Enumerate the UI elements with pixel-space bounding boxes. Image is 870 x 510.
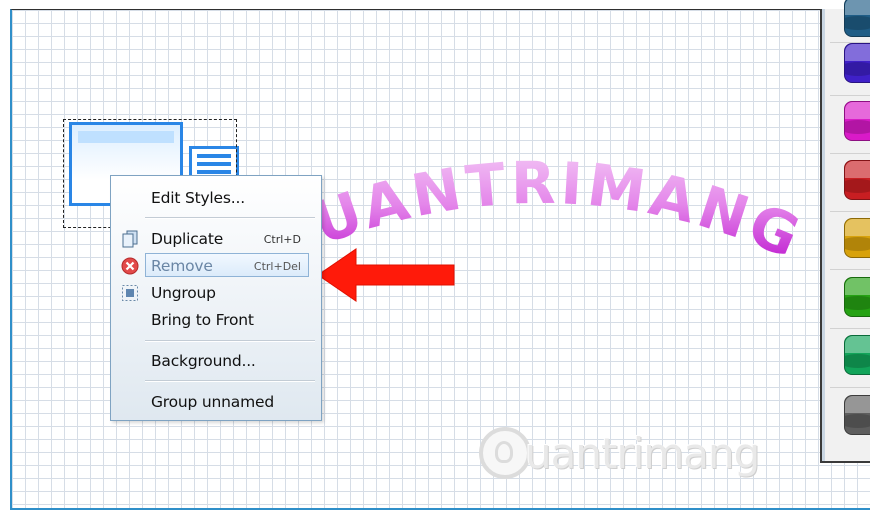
menu-item-label: Background... — [151, 352, 256, 370]
menu-item-edit-styles[interactable]: Edit Styles... — [111, 184, 321, 210]
palette-separator — [830, 328, 870, 329]
red-arrow-icon — [318, 248, 455, 302]
menu-separator — [145, 340, 315, 341]
menu-separator — [145, 380, 315, 381]
menu-item-label: Bring to Front — [151, 311, 254, 329]
palette-separator — [830, 95, 870, 96]
app-window: UANTRIMANG uantrimang Edit Styles... — [0, 0, 870, 510]
ungroup-icon — [121, 284, 139, 302]
menu-item-label: Remove — [151, 257, 213, 275]
color-swatch-magenta[interactable] — [844, 101, 870, 141]
menu-item-label: Duplicate — [151, 230, 224, 248]
menu-item-label: Edit Styles... — [151, 189, 245, 207]
context-menu: Edit Styles... Duplicate Ctrl+D Remove C… — [110, 175, 322, 421]
palette-separator — [830, 153, 870, 154]
menu-item-bring-to-front[interactable]: Bring to Front — [111, 306, 321, 332]
color-swatch-green[interactable] — [844, 277, 870, 317]
duplicate-icon — [121, 230, 139, 248]
menu-item-shortcut: Ctrl+D — [263, 233, 301, 246]
menu-item-shortcut: Ctrl+Del — [253, 260, 301, 273]
menu-item-group-unnamed[interactable]: Group unnamed — [111, 388, 321, 414]
color-palette-panel — [820, 0, 870, 463]
menu-item-duplicate[interactable]: Duplicate Ctrl+D — [111, 225, 321, 251]
menu-item-remove[interactable]: Remove Ctrl+Del — [111, 252, 321, 278]
palette-separator — [830, 211, 870, 212]
color-swatch-yellow[interactable] — [844, 218, 870, 258]
color-swatch-teal[interactable] — [844, 0, 870, 37]
menu-item-ungroup[interactable]: Ungroup — [111, 279, 321, 305]
palette-separator — [830, 269, 870, 270]
lightbulb-logo-icon — [479, 427, 531, 479]
menu-separator — [145, 217, 315, 218]
menu-item-label: Group unnamed — [151, 393, 274, 411]
menu-item-label: Ungroup — [151, 284, 216, 302]
color-swatch-indigo[interactable] — [844, 43, 870, 83]
color-swatch-red[interactable] — [844, 160, 870, 200]
watermark-text: uantrimang — [525, 429, 760, 478]
design-canvas[interactable]: UANTRIMANG uantrimang Edit Styles... — [10, 9, 870, 510]
watermark: uantrimang — [467, 415, 787, 495]
palette-separator — [830, 387, 870, 388]
color-swatch-gray[interactable] — [844, 395, 870, 435]
remove-icon — [121, 257, 139, 275]
color-swatch-emerald[interactable] — [844, 335, 870, 375]
menu-item-background[interactable]: Background... — [111, 347, 321, 373]
